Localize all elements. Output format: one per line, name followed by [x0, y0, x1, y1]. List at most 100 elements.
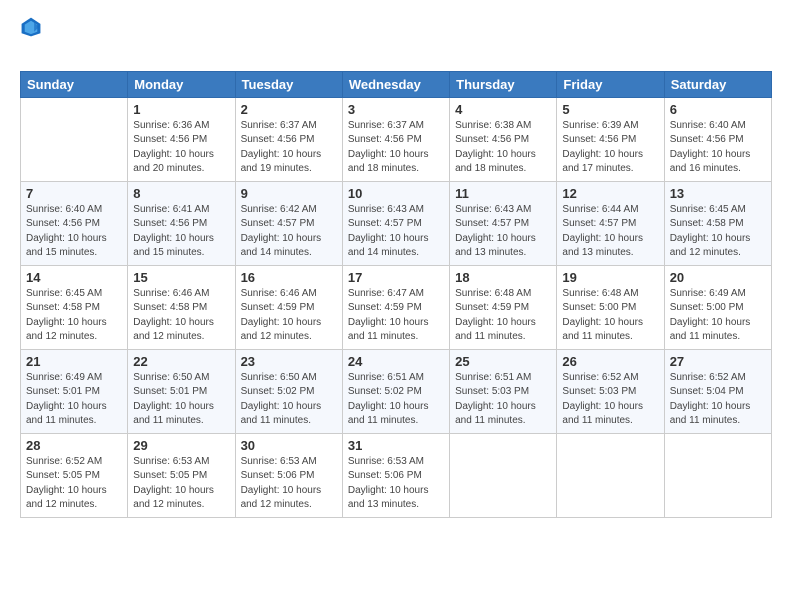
day-info: Sunrise: 6:40 AM Sunset: 4:56 PM Dayligh…	[26, 203, 122, 261]
calendar-cell: 23 Sunrise: 6:50 AM Sunset: 5:02 PM Dayli…	[235, 349, 342, 433]
calendar-cell: 3 Sunrise: 6:37 AM Sunset: 4:56 PM Daylig…	[342, 97, 449, 181]
day-info: Sunrise: 6:48 AM Sunset: 4:59 PM Dayligh…	[455, 287, 551, 345]
day-info: Sunrise: 6:53 AM Sunset: 5:06 PM Dayligh…	[348, 455, 444, 513]
day-info: Sunrise: 6:52 AM Sunset: 5:03 PM Dayligh…	[562, 371, 658, 429]
calendar-week-1: 7 Sunrise: 6:40 AM Sunset: 4:56 PM Daylig…	[21, 181, 772, 265]
calendar-cell: 4 Sunrise: 6:38 AM Sunset: 4:56 PM Daylig…	[450, 97, 557, 181]
day-info: Sunrise: 6:46 AM Sunset: 4:59 PM Dayligh…	[241, 287, 337, 345]
day-number: 13	[670, 186, 766, 201]
calendar-cell: 5 Sunrise: 6:39 AM Sunset: 4:56 PM Daylig…	[557, 97, 664, 181]
day-info: Sunrise: 6:45 AM Sunset: 4:58 PM Dayligh…	[26, 287, 122, 345]
calendar-cell	[664, 433, 771, 517]
calendar-cell: 26 Sunrise: 6:52 AM Sunset: 5:03 PM Dayli…	[557, 349, 664, 433]
day-number: 14	[26, 270, 122, 285]
calendar-header-thursday: Thursday	[450, 71, 557, 97]
day-number: 7	[26, 186, 122, 201]
calendar-cell: 8 Sunrise: 6:41 AM Sunset: 4:56 PM Daylig…	[128, 181, 235, 265]
calendar-week-3: 21 Sunrise: 6:49 AM Sunset: 5:01 PM Dayli…	[21, 349, 772, 433]
day-info: Sunrise: 6:49 AM Sunset: 5:00 PM Dayligh…	[670, 287, 766, 345]
day-info: Sunrise: 6:50 AM Sunset: 5:01 PM Dayligh…	[133, 371, 229, 429]
day-number: 2	[241, 102, 337, 117]
calendar-cell	[21, 97, 128, 181]
day-number: 20	[670, 270, 766, 285]
day-number: 22	[133, 354, 229, 369]
day-number: 27	[670, 354, 766, 369]
calendar-cell: 18Sunrise: 6:48 AM Sunset: 4:59 PM Dayli…	[450, 265, 557, 349]
day-info: Sunrise: 6:46 AM Sunset: 4:58 PM Dayligh…	[133, 287, 229, 345]
calendar-cell: 17Sunrise: 6:47 AM Sunset: 4:59 PM Dayli…	[342, 265, 449, 349]
day-number: 31	[348, 438, 444, 453]
day-info: Sunrise: 6:36 AM Sunset: 4:56 PM Dayligh…	[133, 119, 229, 177]
calendar-cell: 31 Sunrise: 6:53 AM Sunset: 5:06 PM Dayli…	[342, 433, 449, 517]
day-info: Sunrise: 6:53 AM Sunset: 5:05 PM Dayligh…	[133, 455, 229, 513]
calendar-cell	[557, 433, 664, 517]
logo-text	[20, 45, 42, 65]
calendar-cell: 20 Sunrise: 6:49 AM Sunset: 5:00 PM Dayli…	[664, 265, 771, 349]
day-number: 23	[241, 354, 337, 369]
calendar-header-sunday: Sunday	[21, 71, 128, 97]
calendar-cell: 15 Sunrise: 6:46 AM Sunset: 4:58 PM Dayli…	[128, 265, 235, 349]
day-number: 29	[133, 438, 229, 453]
day-number: 28	[26, 438, 122, 453]
calendar-cell: 21 Sunrise: 6:49 AM Sunset: 5:01 PM Dayli…	[21, 349, 128, 433]
calendar-cell: 7 Sunrise: 6:40 AM Sunset: 4:56 PM Daylig…	[21, 181, 128, 265]
calendar-cell: 2 Sunrise: 6:37 AM Sunset: 4:56 PM Daylig…	[235, 97, 342, 181]
calendar-header-friday: Friday	[557, 71, 664, 97]
day-info: Sunrise: 6:40 AM Sunset: 4:56 PM Dayligh…	[670, 119, 766, 177]
day-number: 5	[562, 102, 658, 117]
calendar: SundayMondayTuesdayWednesdayThursdayFrid…	[20, 71, 772, 518]
calendar-cell: 24 Sunrise: 6:51 AM Sunset: 5:02 PM Dayli…	[342, 349, 449, 433]
day-info: Sunrise: 6:43 AM Sunset: 4:57 PM Dayligh…	[348, 203, 444, 261]
calendar-cell: 22 Sunrise: 6:50 AM Sunset: 5:01 PM Dayli…	[128, 349, 235, 433]
day-number: 8	[133, 186, 229, 201]
calendar-cell: 19Sunrise: 6:48 AM Sunset: 5:00 PM Dayli…	[557, 265, 664, 349]
day-number: 10	[348, 186, 444, 201]
day-info: Sunrise: 6:42 AM Sunset: 4:57 PM Dayligh…	[241, 203, 337, 261]
day-info: Sunrise: 6:38 AM Sunset: 4:56 PM Dayligh…	[455, 119, 551, 177]
calendar-cell: 25 Sunrise: 6:51 AM Sunset: 5:03 PM Dayli…	[450, 349, 557, 433]
day-number: 26	[562, 354, 658, 369]
calendar-cell: 6 Sunrise: 6:40 AM Sunset: 4:56 PM Daylig…	[664, 97, 771, 181]
calendar-week-4: 28 Sunrise: 6:52 AM Sunset: 5:05 PM Dayli…	[21, 433, 772, 517]
day-info: Sunrise: 6:47 AM Sunset: 4:59 PM Dayligh…	[348, 287, 444, 345]
calendar-cell: 29 Sunrise: 6:53 AM Sunset: 5:05 PM Dayli…	[128, 433, 235, 517]
calendar-cell: 1 Sunrise: 6:36 AM Sunset: 4:56 PM Daylig…	[128, 97, 235, 181]
day-info: Sunrise: 6:53 AM Sunset: 5:06 PM Dayligh…	[241, 455, 337, 513]
day-info: Sunrise: 6:51 AM Sunset: 5:02 PM Dayligh…	[348, 371, 444, 429]
day-info: Sunrise: 6:41 AM Sunset: 4:56 PM Dayligh…	[133, 203, 229, 261]
day-number: 21	[26, 354, 122, 369]
day-number: 30	[241, 438, 337, 453]
day-info: Sunrise: 6:51 AM Sunset: 5:03 PM Dayligh…	[455, 371, 551, 429]
day-info: Sunrise: 6:52 AM Sunset: 5:05 PM Dayligh…	[26, 455, 122, 513]
day-info: Sunrise: 6:37 AM Sunset: 4:56 PM Dayligh…	[241, 119, 337, 177]
calendar-header-tuesday: Tuesday	[235, 71, 342, 97]
calendar-cell: 11Sunrise: 6:43 AM Sunset: 4:57 PM Dayli…	[450, 181, 557, 265]
day-number: 24	[348, 354, 444, 369]
calendar-cell: 30 Sunrise: 6:53 AM Sunset: 5:06 PM Dayli…	[235, 433, 342, 517]
day-number: 25	[455, 354, 551, 369]
day-number: 3	[348, 102, 444, 117]
day-number: 16	[241, 270, 337, 285]
calendar-week-2: 14 Sunrise: 6:45 AM Sunset: 4:58 PM Dayli…	[21, 265, 772, 349]
day-info: Sunrise: 6:45 AM Sunset: 4:58 PM Dayligh…	[670, 203, 766, 261]
logo-icon	[20, 16, 42, 38]
calendar-cell: 10 Sunrise: 6:43 AM Sunset: 4:57 PM Dayli…	[342, 181, 449, 265]
day-info: Sunrise: 6:50 AM Sunset: 5:02 PM Dayligh…	[241, 371, 337, 429]
day-info: Sunrise: 6:52 AM Sunset: 5:04 PM Dayligh…	[670, 371, 766, 429]
calendar-cell	[450, 433, 557, 517]
day-number: 15	[133, 270, 229, 285]
calendar-header-monday: Monday	[128, 71, 235, 97]
day-info: Sunrise: 6:49 AM Sunset: 5:01 PM Dayligh…	[26, 371, 122, 429]
day-number: 4	[455, 102, 551, 117]
calendar-cell: 14 Sunrise: 6:45 AM Sunset: 4:58 PM Dayli…	[21, 265, 128, 349]
calendar-header-wednesday: Wednesday	[342, 71, 449, 97]
day-number: 6	[670, 102, 766, 117]
calendar-cell: 9Sunrise: 6:42 AM Sunset: 4:57 PM Daylig…	[235, 181, 342, 265]
day-info: Sunrise: 6:39 AM Sunset: 4:56 PM Dayligh…	[562, 119, 658, 177]
page: SundayMondayTuesdayWednesdayThursdayFrid…	[0, 0, 792, 612]
logo	[20, 16, 42, 65]
calendar-header-saturday: Saturday	[664, 71, 771, 97]
day-info: Sunrise: 6:43 AM Sunset: 4:57 PM Dayligh…	[455, 203, 551, 261]
day-number: 1	[133, 102, 229, 117]
day-info: Sunrise: 6:37 AM Sunset: 4:56 PM Dayligh…	[348, 119, 444, 177]
